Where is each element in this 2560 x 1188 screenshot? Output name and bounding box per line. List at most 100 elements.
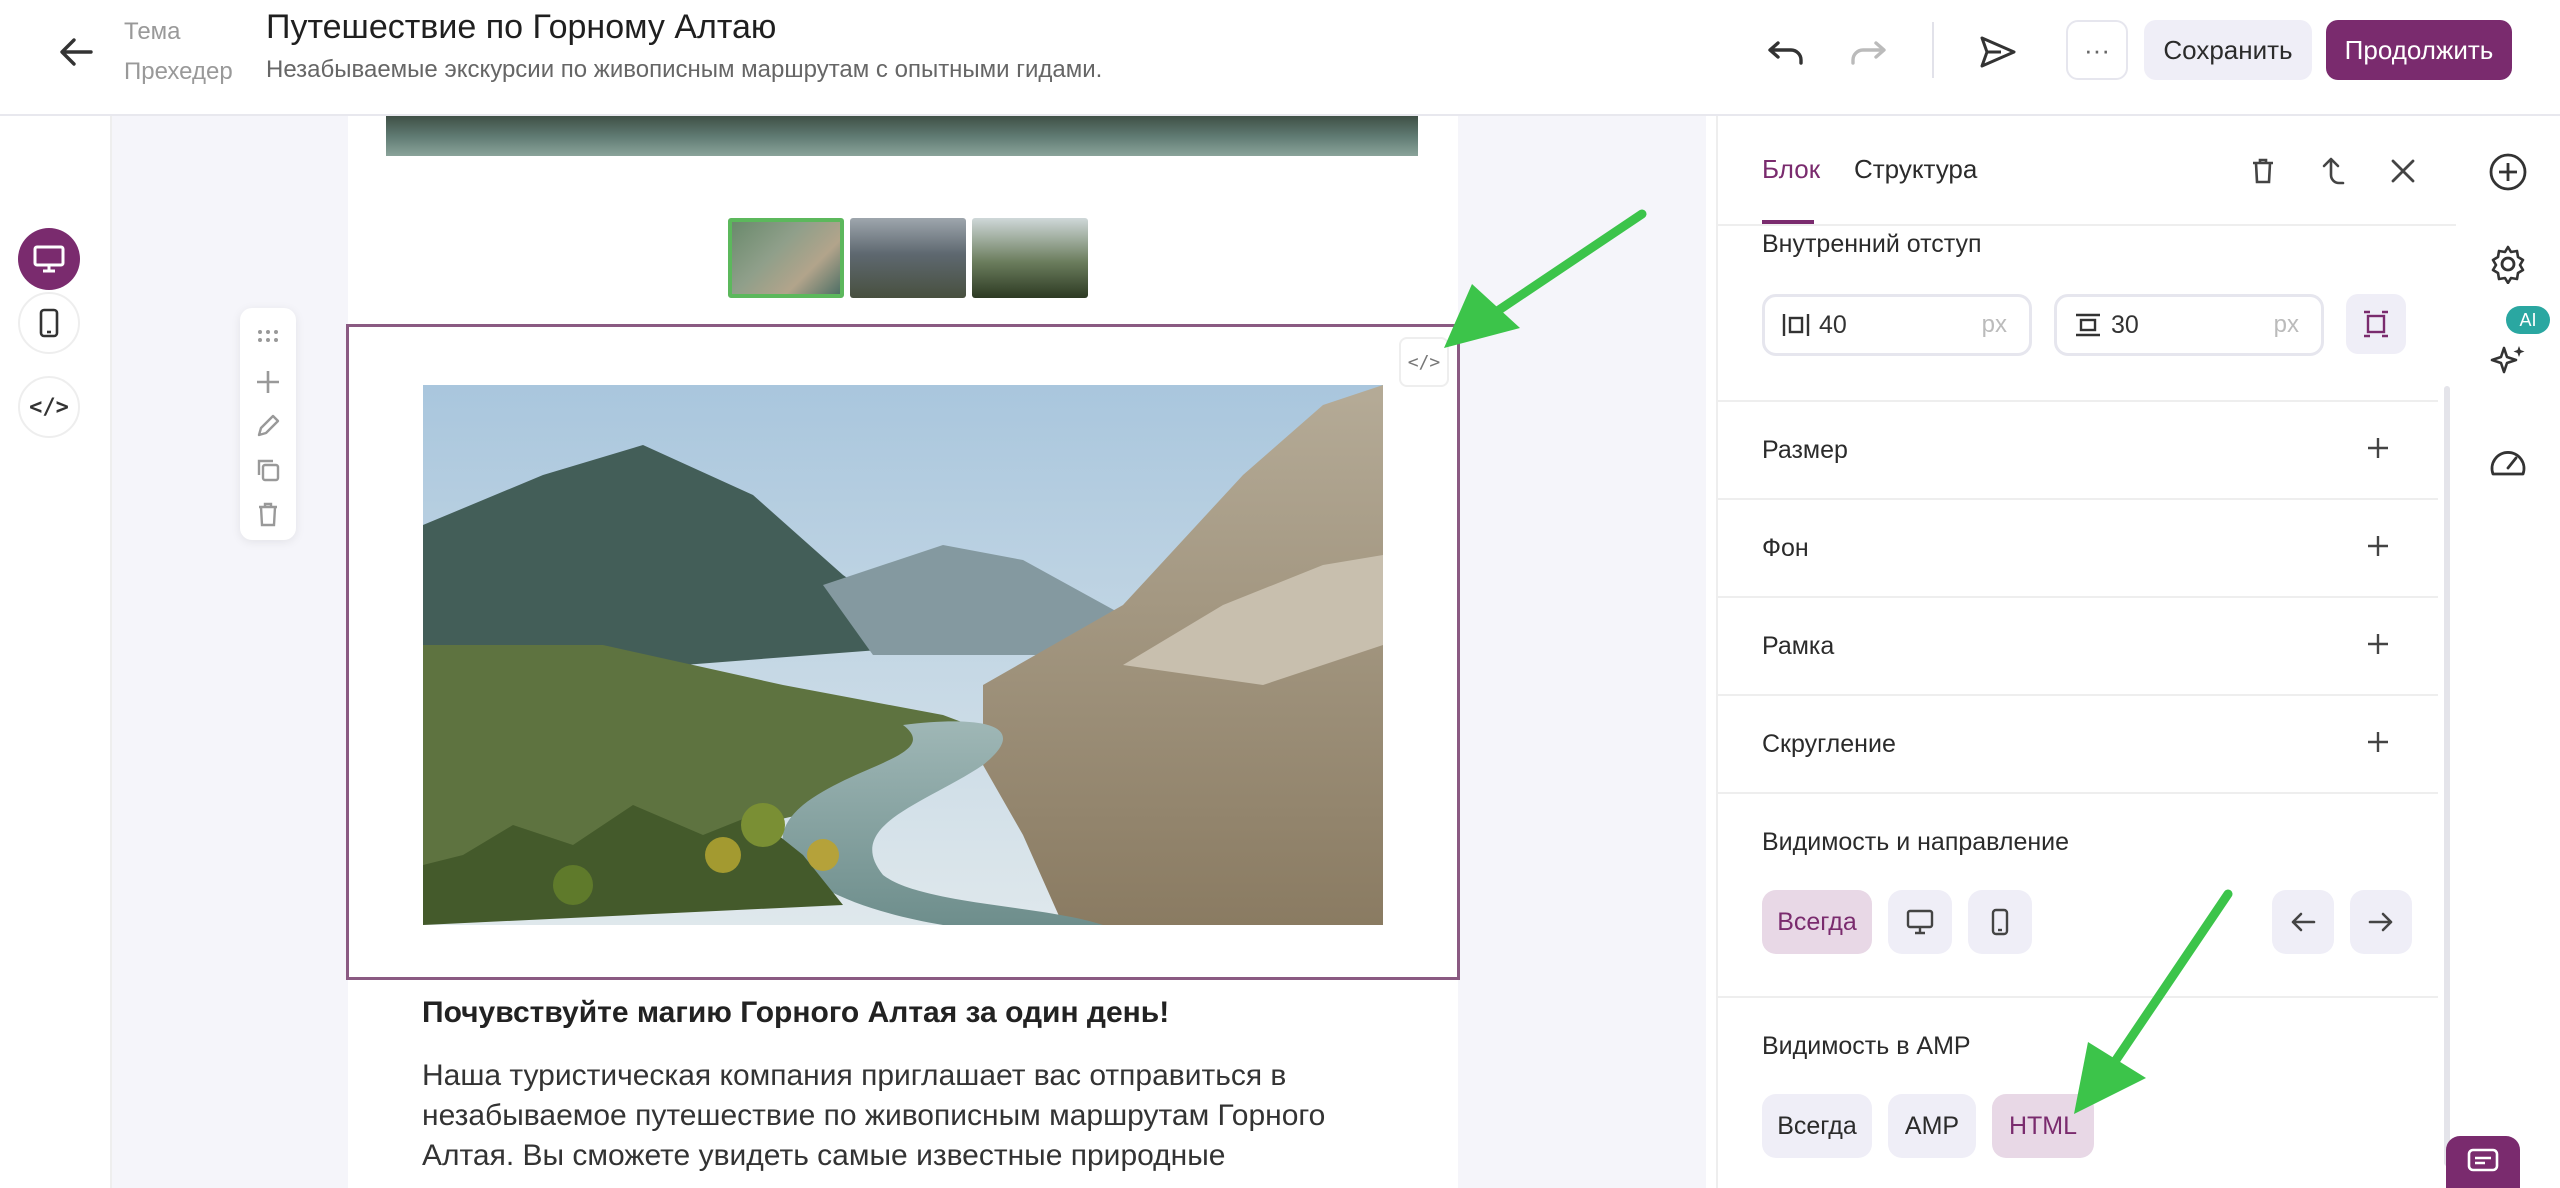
border-section[interactable]: Рамка [1718,596,2438,694]
drag-dots-icon [258,330,278,342]
ai-assistant-button[interactable] [2482,336,2534,388]
mountain-valley-photo [423,385,1383,925]
redo-icon [1851,41,1886,65]
meta-values: Путешествие по Горному Алтаю Незабываемы… [266,6,1102,92]
email-preheader[interactable]: Незабываемые экскурсии по живописным мар… [266,48,1102,92]
all-sides-padding-icon [2364,310,2388,338]
send-test-button[interactable] [1972,28,2024,76]
background-label: Фон [1762,534,1809,562]
content-headline[interactable]: Почувствуйте магию Горного Алтая за один… [422,996,1169,1030]
undo-button[interactable] [1760,28,1812,76]
hero-image[interactable] [423,385,1383,925]
expand-rounding-button[interactable] [2358,722,2398,762]
block-settings-panel: Блок Структура Внутренний отступ 40 px 3… [1716,116,2458,1188]
email-body: </> Почувствуйте магию Горного Алтая за … [346,116,1460,1188]
padding-vertical-input[interactable]: 30 px [2054,294,2324,356]
padding-horizontal-value: 40 [1819,310,1847,339]
amp-visibility-label: Видимость в AMP [1762,1032,1971,1060]
rounding-label: Скругление [1762,730,1896,758]
padding-all-sides-toggle[interactable] [2346,294,2406,354]
undo-icon [1768,41,1803,65]
arrow-left-icon [60,38,93,66]
send-icon [1980,36,2016,68]
add-block-button[interactable] [250,364,286,400]
right-rail: AI [2456,116,2560,1188]
size-section[interactable]: Размер [1718,400,2438,498]
content-paragraph[interactable]: Наша туристическая компания приглашает в… [422,1056,1382,1176]
tab-structure[interactable]: Структура [1854,154,1977,185]
vertical-padding-icon [2076,313,2100,337]
thumbnail-2[interactable] [850,218,966,298]
thumbnail-3[interactable] [972,218,1088,298]
block-html-button[interactable]: </> [1399,337,1449,387]
back-button[interactable] [50,26,102,78]
plus-icon [2368,732,2388,752]
continue-button[interactable]: Продолжить [2326,20,2512,80]
gear-icon [2491,245,2525,284]
save-button[interactable]: Сохранить [2144,20,2312,80]
pencil-icon [257,414,280,437]
html-only-pill[interactable]: HTML [1992,1094,2094,1158]
desktop-view-button[interactable] [18,228,80,290]
expand-background-button[interactable] [2358,526,2398,566]
visibility-desktop-pill[interactable] [1888,890,1952,954]
previous-image-block[interactable] [386,116,1418,156]
trash-icon [2253,158,2273,184]
gallery-thumbnails [728,218,1088,298]
chat-support-button[interactable] [2446,1136,2520,1188]
thumbnail-1[interactable] [728,218,844,298]
mobile-view-button[interactable] [18,292,80,354]
chat-icon [2467,1148,2499,1172]
arrow-left-icon [2291,912,2316,932]
meta-labels: Тема Прехедер [124,12,233,92]
top-header: Тема Прехедер Путешествие по Горному Алт… [0,0,2560,116]
background-section[interactable]: Фон [1718,498,2438,596]
expand-size-button[interactable] [2358,428,2398,468]
phone-icon [1991,908,2009,936]
edit-block-button[interactable] [250,408,286,444]
monitor-icon [1906,909,1934,935]
plus-icon [2368,536,2388,556]
redo-button[interactable] [1842,28,1894,76]
left-toolbar: </> [0,116,112,1188]
delete-block-button[interactable] [250,496,286,532]
visibility-mobile-pill[interactable] [1968,890,2032,954]
settings-button[interactable] [2482,238,2534,290]
amp-visibility-section: Видимость в AMP [1718,996,2438,1188]
select-parent-button[interactable] [2308,146,2358,196]
rounding-section[interactable]: Скругление [1718,694,2438,792]
close-panel-button[interactable] [2378,146,2428,196]
panel-scrollbar[interactable] [2444,386,2450,1166]
block-floating-toolbar [240,308,296,540]
panel-tabs: Блок Структура [1718,116,2458,226]
border-label: Рамка [1762,632,1835,660]
delete-button[interactable] [2238,146,2288,196]
add-element-button[interactable] [2482,146,2534,198]
performance-button[interactable] [2482,436,2534,488]
active-tab-indicator [1762,220,1814,224]
more-button[interactable]: ··· [2066,20,2128,80]
trash-icon [259,502,277,527]
tab-block[interactable]: Блок [1762,154,1820,185]
visibility-always-pill[interactable]: Всегда [1762,890,1872,954]
duplicate-block-button[interactable] [250,452,286,488]
phone-icon [39,308,59,338]
plus-icon [257,371,279,393]
expand-border-button[interactable] [2358,624,2398,664]
horizontal-padding-icon [1782,314,1810,336]
preheader-label: Прехедер [124,58,233,85]
amp-always-pill[interactable]: Всегда [1762,1094,1872,1158]
inner-padding-label: Внутренний отступ [1762,230,1982,258]
direction-ltr-left-button[interactable] [2272,890,2334,954]
direction-rtl-right-button[interactable] [2350,890,2412,954]
email-title[interactable]: Путешествие по Горному Алтаю [266,6,1102,48]
amp-only-pill[interactable]: AMP [1888,1094,1976,1158]
size-label: Размер [1762,436,1848,464]
copy-icon [257,459,280,482]
padding-horizontal-input[interactable]: 40 px [1762,294,2032,356]
drag-handle[interactable] [250,318,286,354]
selected-image-block[interactable]: </> [346,324,1460,980]
padding-horizontal-unit: px [1981,311,2007,338]
code-view-button[interactable]: </> [18,376,80,438]
header-separator [1932,22,1934,78]
